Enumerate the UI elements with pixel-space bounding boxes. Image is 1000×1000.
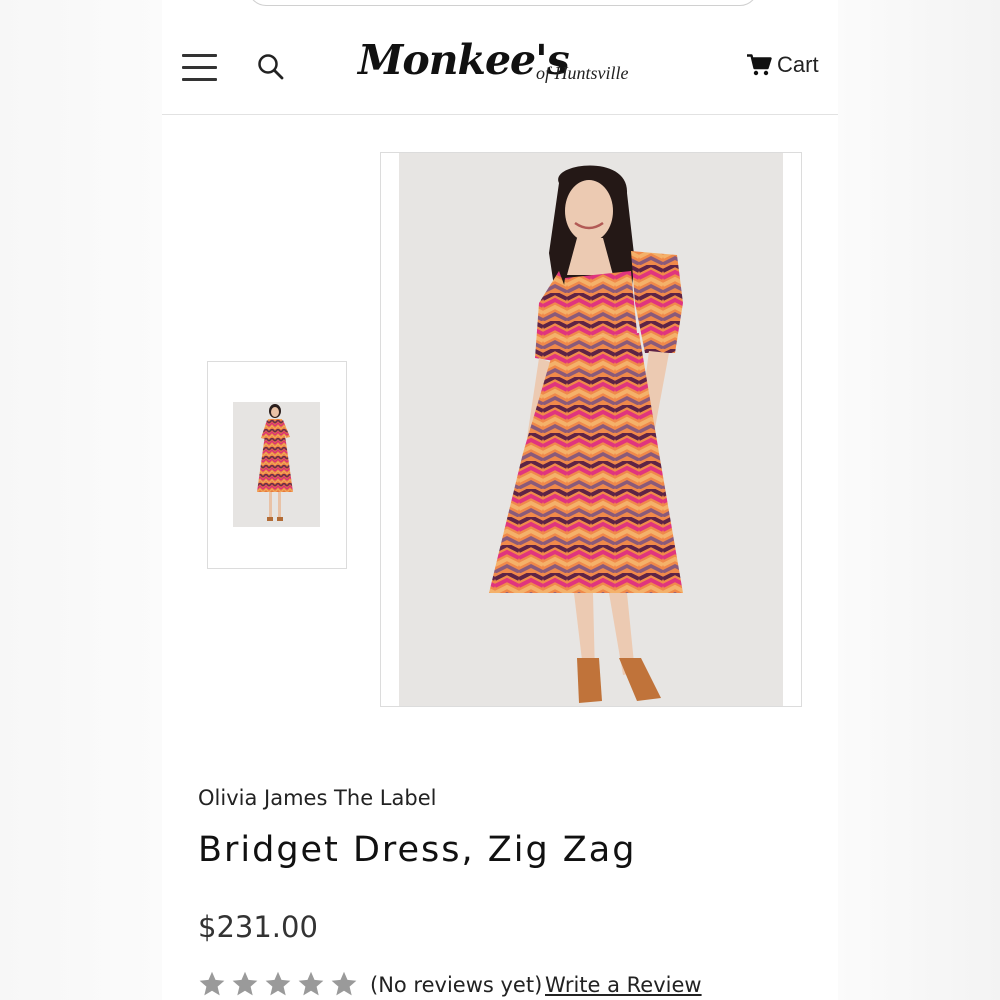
star-icon — [331, 971, 357, 996]
product-brand[interactable]: Olivia James The Label — [198, 786, 436, 810]
star-icon — [298, 971, 324, 996]
star-icon — [265, 971, 291, 996]
star-icon — [232, 971, 258, 996]
cart-icon — [747, 54, 772, 76]
product-title: Bridget Dress, Zig Zag — [198, 830, 637, 870]
product-thumbnail-image — [233, 402, 320, 527]
cart-label: Cart — [777, 52, 819, 77]
left-backdrop — [0, 0, 162, 1000]
search-icon[interactable] — [256, 52, 286, 82]
store-logo[interactable]: Monkee's of Huntsville — [358, 36, 648, 98]
logo-subtext: of Huntsville — [536, 63, 629, 83]
site-header: Monkee's of Huntsville Cart — [162, 0, 838, 115]
product-page: Monkee's of Huntsville Cart Olivia James… — [162, 0, 838, 1000]
product-thumbnail[interactable] — [207, 361, 347, 569]
product-main-image[interactable] — [380, 152, 802, 707]
product-photo — [399, 153, 783, 706]
hamburger-menu-icon[interactable] — [182, 52, 218, 82]
right-backdrop — [838, 0, 1000, 1000]
rating-stars — [198, 970, 358, 998]
write-review-link[interactable]: Write a Review — [545, 973, 702, 997]
star-icon — [199, 971, 225, 996]
cart-button[interactable]: Cart — [747, 50, 819, 80]
reviews-count: (No reviews yet) — [370, 973, 543, 997]
product-price: $231.00 — [198, 910, 318, 944]
